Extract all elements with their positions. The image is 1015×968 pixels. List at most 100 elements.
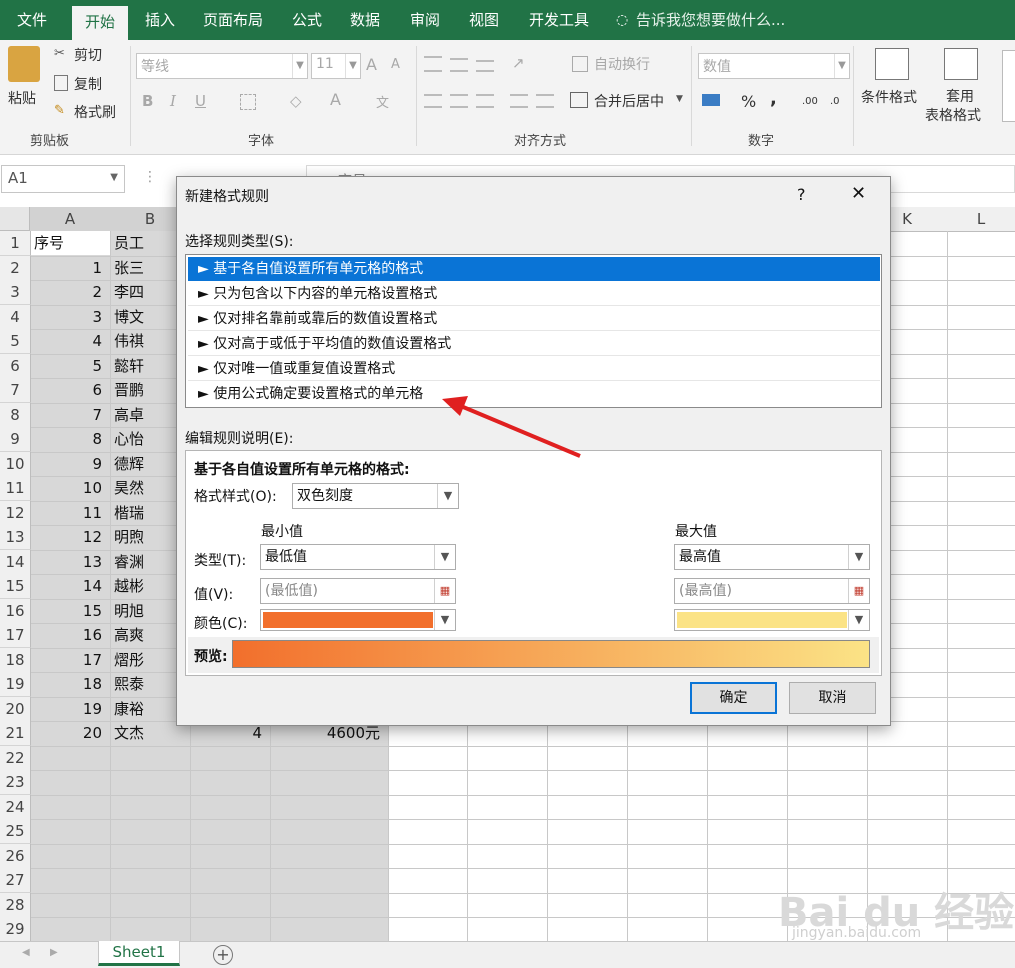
min-value-input[interactable]: (最低值) ▦ — [260, 578, 456, 604]
range-picker-icon[interactable]: ▦ — [848, 579, 869, 603]
sheet-tab-sheet1[interactable]: Sheet1 — [98, 941, 180, 966]
rule-type-item[interactable]: ► 仅对排名靠前或靠后的数值设置格式 — [188, 307, 880, 331]
row-header[interactable]: 6 — [0, 354, 31, 379]
row-header[interactable]: 4 — [0, 305, 31, 330]
format-style-dropdown[interactable]: 双色刻度 ▼ — [292, 483, 459, 509]
tab-view[interactable]: 视图 — [461, 0, 507, 40]
cell-a[interactable]: 17 — [30, 648, 110, 672]
row-header[interactable]: 5 — [0, 329, 31, 354]
cell-b[interactable]: 员工 — [110, 231, 180, 255]
align-center-icon[interactable] — [450, 94, 468, 108]
column-header[interactable]: A — [30, 207, 111, 232]
fill-color-icon[interactable]: ◇ — [290, 92, 302, 110]
cell-b[interactable]: 明煦 — [110, 525, 180, 549]
cell-a[interactable]: 10 — [30, 476, 110, 500]
number-format-combo[interactable]: 数值 ▼ — [698, 53, 850, 79]
row-header[interactable]: 14 — [0, 550, 31, 575]
cell-styles-gallery[interactable] — [1002, 50, 1015, 122]
grow-font-button[interactable]: A — [366, 55, 377, 74]
help-button[interactable]: ? — [797, 185, 806, 204]
add-sheet-icon[interactable]: + — [213, 945, 233, 965]
cell-b[interactable]: 张三 — [110, 256, 180, 280]
cell-a[interactable]: 序号 — [30, 231, 114, 255]
row-header[interactable]: 10 — [0, 452, 31, 477]
cell-b[interactable]: 高卓 — [110, 403, 180, 427]
row-header[interactable]: 19 — [0, 672, 31, 697]
rule-type-item[interactable]: ► 基于各自值设置所有单元格的格式 — [188, 257, 880, 281]
min-type-dropdown[interactable]: 最低值 ▼ — [260, 544, 456, 570]
cut-button[interactable]: 剪切 — [74, 45, 102, 65]
rule-type-item[interactable]: ► 只为包含以下内容的单元格设置格式 — [188, 282, 880, 306]
font-size-combo[interactable]: 11 ▼ — [311, 53, 361, 79]
row-header[interactable]: 27 — [0, 868, 31, 893]
cell-a[interactable]: 15 — [30, 599, 110, 623]
row-header[interactable]: 22 — [0, 746, 31, 771]
cell-a[interactable]: 3 — [30, 305, 110, 329]
cell-a[interactable]: 6 — [30, 378, 110, 402]
column-header[interactable]: L — [947, 207, 1015, 232]
cell-b[interactable]: 晋鹏 — [110, 378, 180, 402]
cell-b[interactable]: 博文 — [110, 305, 180, 329]
tab-data[interactable]: 数据 — [342, 0, 388, 40]
cell-b[interactable]: 楷瑞 — [110, 501, 180, 525]
cell-b[interactable]: 文杰 — [110, 721, 180, 745]
cell-a[interactable]: 12 — [30, 525, 110, 549]
paste-icon[interactable] — [8, 46, 40, 82]
cell-b[interactable]: 心怡 — [110, 427, 180, 451]
cell-a[interactable]: 13 — [30, 550, 110, 574]
cell-b[interactable]: 睿渊 — [110, 550, 180, 574]
rule-type-item[interactable]: ► 仅对唯一值或重复值设置格式 — [188, 357, 880, 381]
rule-type-item[interactable]: ► 仅对高于或低于平均值的数值设置格式 — [188, 332, 880, 356]
cell-b[interactable]: 李四 — [110, 280, 180, 304]
row-header[interactable]: 28 — [0, 893, 31, 918]
row-header[interactable]: 23 — [0, 770, 31, 795]
row-header[interactable]: 25 — [0, 819, 31, 844]
tab-review[interactable]: 审阅 — [402, 0, 448, 40]
ok-button[interactable]: 确定 — [690, 682, 777, 714]
align-middle-icon[interactable] — [450, 58, 468, 72]
cell-b[interactable]: 懿轩 — [110, 354, 180, 378]
cell-b[interactable]: 高爽 — [110, 623, 180, 647]
row-header[interactable]: 3 — [0, 280, 31, 305]
cell-b[interactable]: 越彬 — [110, 574, 180, 598]
close-icon[interactable]: ✕ — [851, 183, 866, 204]
cell-b[interactable]: 明旭 — [110, 599, 180, 623]
orientation-icon[interactable]: ↗ — [512, 54, 525, 72]
increase-indent-icon[interactable] — [536, 94, 554, 108]
cell-a[interactable]: 1 — [30, 256, 110, 280]
row-header[interactable]: 18 — [0, 648, 31, 673]
increase-decimal-button[interactable]: .00 — [802, 96, 818, 107]
row-header[interactable]: 12 — [0, 501, 31, 526]
row-header[interactable]: 21 — [0, 721, 31, 746]
format-painter-button[interactable]: 格式刷 — [74, 102, 116, 122]
bold-button[interactable]: B — [142, 92, 153, 110]
align-bottom-icon[interactable] — [476, 60, 494, 72]
row-header[interactable]: 7 — [0, 378, 31, 403]
row-header[interactable]: 29 — [0, 917, 31, 942]
cell-b[interactable]: 康裕 — [110, 697, 180, 721]
cell-a[interactable]: 2 — [30, 280, 110, 304]
max-color-picker[interactable]: ▼ — [674, 609, 870, 631]
cell-b[interactable]: 昊然 — [110, 476, 180, 500]
align-left-icon[interactable] — [424, 94, 442, 108]
cell-b[interactable]: 伟祺 — [110, 329, 180, 353]
underline-button[interactable]: U — [195, 92, 206, 110]
italic-button[interactable]: I — [170, 92, 176, 110]
cell-a[interactable]: 7 — [30, 403, 110, 427]
wrap-text-button[interactable]: 自动换行 — [594, 54, 650, 74]
merge-center-button[interactable]: 合并后居中 — [594, 91, 664, 111]
align-right-icon[interactable] — [476, 94, 494, 108]
align-top-icon[interactable] — [424, 56, 442, 72]
comma-button[interactable]: , — [770, 88, 777, 109]
max-type-dropdown[interactable]: 最高值 ▼ — [674, 544, 870, 570]
percent-button[interactable]: % — [741, 92, 756, 111]
tab-home[interactable]: 开始 — [72, 6, 128, 40]
rule-type-list[interactable]: ► 基于各自值设置所有单元格的格式 ► 只为包含以下内容的单元格设置格式 ► 仅… — [185, 254, 882, 408]
phonetic-button[interactable]: 文 — [376, 92, 389, 111]
tell-me-box[interactable]: 告诉我您想要做什么... — [636, 0, 796, 40]
max-value-input[interactable]: (最高值) ▦ — [674, 578, 870, 604]
border-icon[interactable] — [240, 94, 256, 110]
row-header[interactable]: 1 — [0, 231, 31, 256]
min-color-picker[interactable]: ▼ — [260, 609, 456, 631]
cell-a[interactable]: 9 — [30, 452, 110, 476]
